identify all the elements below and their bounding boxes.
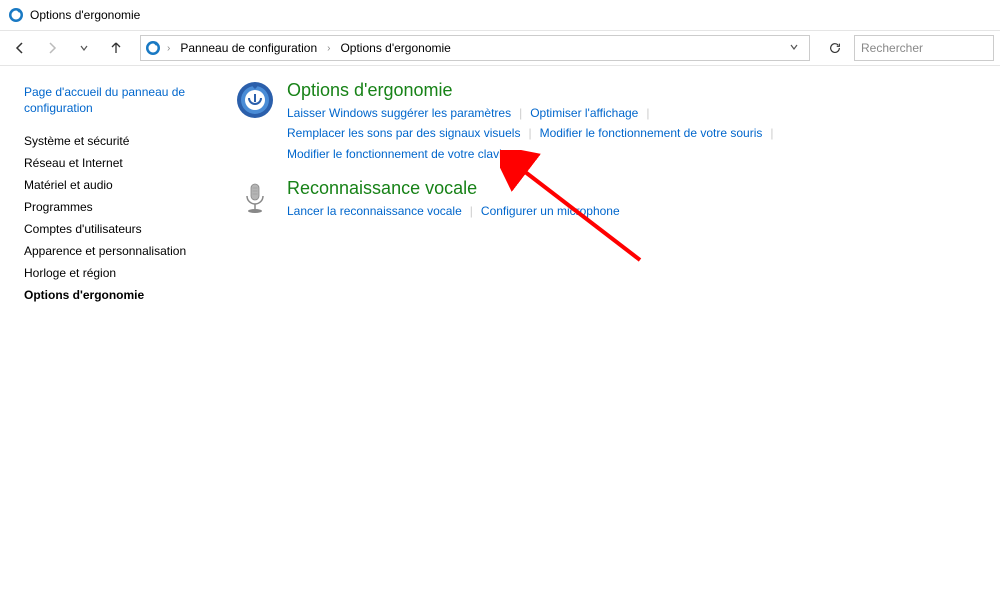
link-replace-sounds[interactable]: Remplacer les sons par des signaux visue… (287, 123, 520, 143)
app-icon (8, 7, 24, 23)
sidebar-item-ease-of-access[interactable]: Options d'ergonomie (24, 284, 205, 306)
breadcrumb-current[interactable]: Options d'ergonomie (336, 39, 454, 57)
sidebar-item-accounts[interactable]: Comptes d'utilisateurs (24, 218, 205, 240)
back-button[interactable] (6, 34, 34, 62)
sidebar-item-programs[interactable]: Programmes (24, 196, 205, 218)
chevron-right-icon[interactable]: › (323, 43, 334, 54)
link-separator: | (762, 123, 781, 143)
link-configure-mic[interactable]: Configurer un microphone (481, 201, 620, 221)
navbar: › Panneau de configuration › Options d'e… (0, 30, 1000, 66)
main-panel: Options d'ergonomie Laisser Windows sugg… (215, 66, 1000, 600)
category-title-speech[interactable]: Reconnaissance vocale (287, 178, 980, 199)
window-title: Options d'ergonomie (30, 8, 140, 22)
chevron-down-icon[interactable] (783, 41, 805, 55)
breadcrumb-icon (145, 40, 161, 56)
search-placeholder: Rechercher (861, 41, 923, 55)
refresh-button[interactable] (820, 35, 850, 61)
sidebar-item-hardware[interactable]: Matériel et audio (24, 174, 205, 196)
link-optimize-display[interactable]: Optimiser l'affichage (530, 103, 638, 123)
link-windows-suggest[interactable]: Laisser Windows suggérer les paramètres (287, 103, 511, 123)
search-input[interactable]: Rechercher (854, 35, 994, 61)
sidebar-item-network[interactable]: Réseau et Internet (24, 152, 205, 174)
content: Page d'accueil du panneau de configurati… (0, 66, 1000, 600)
sidebar-item-system[interactable]: Système et sécurité (24, 130, 205, 152)
sidebar-home-link[interactable]: Page d'accueil du panneau de configurati… (24, 84, 205, 116)
microphone-icon (235, 178, 275, 218)
category-ease-of-access: Options d'ergonomie Laisser Windows sugg… (235, 80, 980, 164)
chevron-right-icon[interactable]: › (163, 43, 174, 54)
category-title-ease[interactable]: Options d'ergonomie (287, 80, 980, 101)
category-speech: Reconnaissance vocale Lancer la reconnai… (235, 178, 980, 221)
breadcrumb-root[interactable]: Panneau de configuration (176, 39, 321, 57)
link-separator: | (462, 201, 481, 221)
link-separator: | (638, 103, 657, 123)
breadcrumb[interactable]: › Panneau de configuration › Options d'e… (140, 35, 810, 61)
sidebar: Page d'accueil du panneau de configurati… (0, 66, 215, 600)
forward-button[interactable] (38, 34, 66, 62)
link-separator: | (520, 123, 539, 143)
link-change-mouse[interactable]: Modifier le fonctionnement de votre sour… (540, 123, 763, 143)
ease-of-access-icon (235, 80, 275, 120)
titlebar: Options d'ergonomie (0, 0, 1000, 30)
up-button[interactable] (102, 34, 130, 62)
sidebar-item-appearance[interactable]: Apparence et personnalisation (24, 240, 205, 262)
link-change-keyboard[interactable]: Modifier le fonctionnement de votre clav… (287, 144, 512, 164)
link-separator: | (511, 103, 530, 123)
recent-locations-button[interactable] (70, 34, 98, 62)
sidebar-item-clock[interactable]: Horloge et région (24, 262, 205, 284)
link-start-speech[interactable]: Lancer la reconnaissance vocale (287, 201, 462, 221)
